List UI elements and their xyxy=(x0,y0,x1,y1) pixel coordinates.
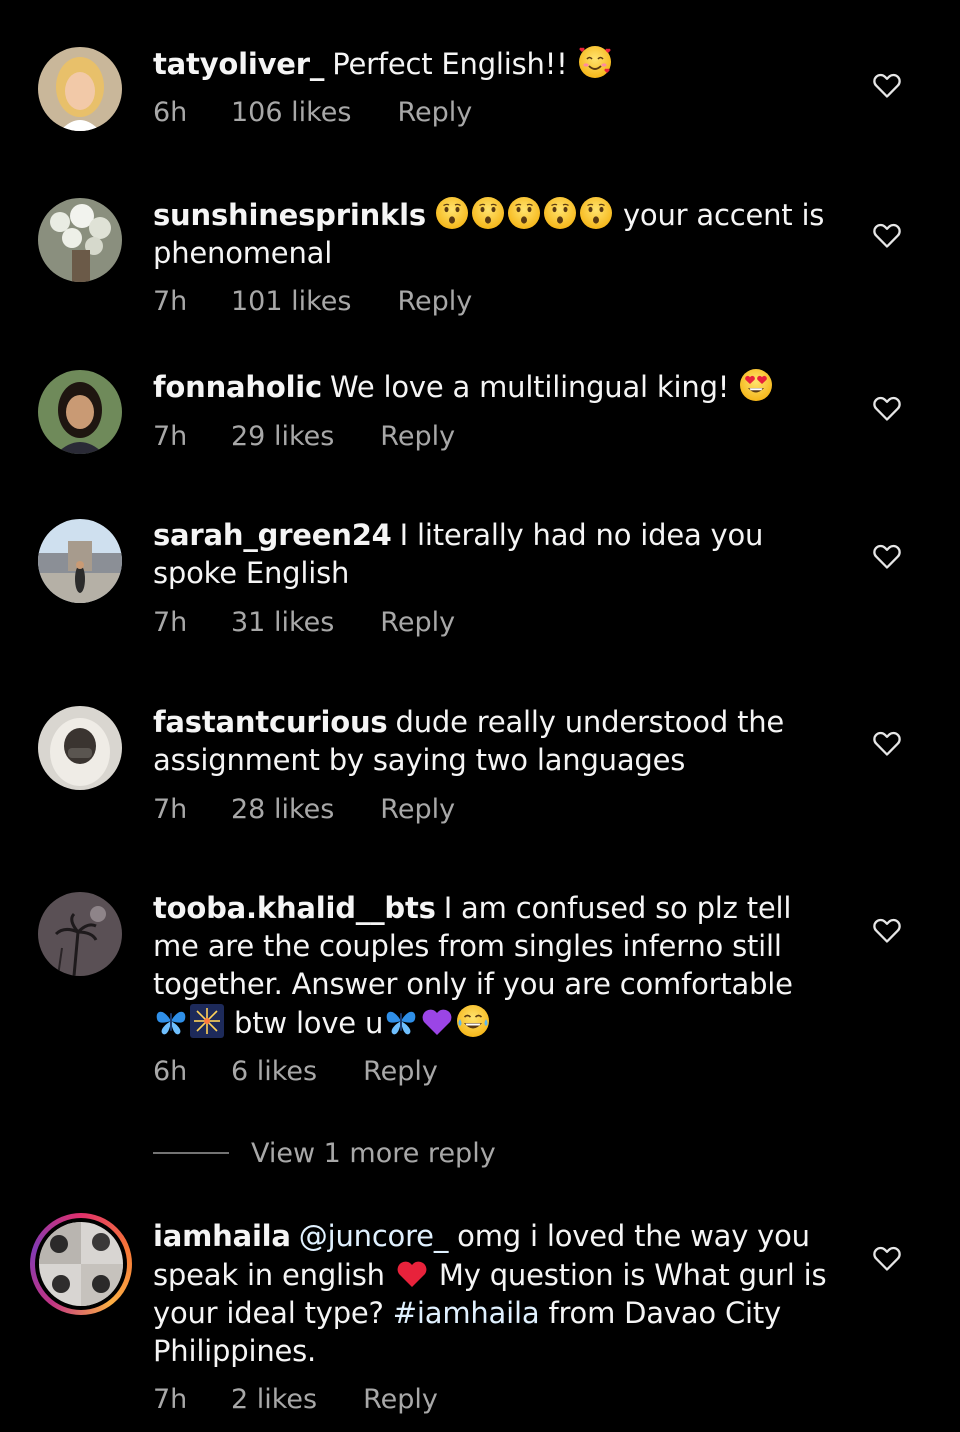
comment-likes[interactable]: 101 likes xyxy=(231,286,351,317)
comment-likes[interactable]: 28 likes xyxy=(231,794,334,825)
heart-outline-icon[interactable] xyxy=(872,916,902,944)
reply-button[interactable]: Reply xyxy=(380,794,455,825)
view-more-replies-button[interactable]: View 1 more reply xyxy=(153,1136,496,1170)
purple-heart-icon xyxy=(419,1003,455,1039)
heart-outline-icon[interactable] xyxy=(872,221,902,249)
fireworks-icon xyxy=(189,1003,225,1039)
heart-eyes-icon xyxy=(738,367,774,403)
heart-outline-icon[interactable] xyxy=(872,729,902,757)
comment-likes[interactable]: 31 likes xyxy=(231,607,334,638)
comment-username[interactable]: iamhaila xyxy=(153,1219,291,1253)
comment-time: 7h xyxy=(153,286,188,317)
comment-username[interactable]: fonnaholic xyxy=(153,370,322,404)
comment-likes[interactable]: 106 likes xyxy=(231,97,351,128)
comment-username[interactable]: fastantcurious xyxy=(153,705,388,739)
comment-time: 7h xyxy=(153,794,188,825)
heart-outline-icon[interactable] xyxy=(872,394,902,422)
avatar[interactable] xyxy=(38,519,122,603)
comment-username[interactable]: sarah_green24 xyxy=(153,518,392,552)
tears-of-joy-icon xyxy=(455,1003,491,1039)
comment-likes[interactable]: 6 likes xyxy=(231,1056,317,1087)
divider-line xyxy=(153,1152,229,1154)
butterfly-icon xyxy=(153,1003,189,1039)
view-more-replies-label[interactable]: View 1 more reply xyxy=(251,1138,496,1169)
reply-button[interactable]: Reply xyxy=(380,421,455,452)
hushed-face-icon xyxy=(578,195,614,231)
comment-text: We love a multilingual king! xyxy=(330,370,730,404)
avatar[interactable] xyxy=(38,198,122,282)
comment-username[interactable]: tooba.khalid__bts xyxy=(153,891,436,925)
comment-username[interactable]: sunshinesprinkls xyxy=(153,198,426,232)
avatar-story-ring[interactable] xyxy=(30,1213,132,1315)
reply-button[interactable]: Reply xyxy=(397,97,472,128)
comment-time: 7h xyxy=(153,1384,188,1415)
heart-outline-icon[interactable] xyxy=(872,542,902,570)
reply-button[interactable]: Reply xyxy=(363,1384,438,1415)
comment-time: 7h xyxy=(153,607,188,638)
red-heart-icon xyxy=(394,1255,430,1291)
reply-button[interactable]: Reply xyxy=(363,1056,438,1087)
heart-outline-icon[interactable] xyxy=(872,71,902,99)
reply-button[interactable]: Reply xyxy=(380,607,455,638)
reply-button[interactable]: Reply xyxy=(397,286,472,317)
smiling-face-with-hearts-icon xyxy=(577,44,613,80)
avatar[interactable] xyxy=(38,892,122,976)
comment-likes[interactable]: 29 likes xyxy=(231,421,334,452)
avatar[interactable] xyxy=(38,370,122,454)
hushed-face-icon xyxy=(470,195,506,231)
avatar[interactable] xyxy=(38,47,122,131)
hushed-face-icon xyxy=(434,195,470,231)
heart-outline-icon[interactable] xyxy=(872,1244,902,1272)
avatar[interactable] xyxy=(38,706,122,790)
comment-text-tail: btw love u xyxy=(234,1006,384,1040)
butterfly-icon xyxy=(383,1003,419,1039)
comment-text: Perfect English!! xyxy=(332,47,568,81)
hashtag-link[interactable]: #iamhaila xyxy=(393,1296,540,1330)
comment-time: 6h xyxy=(153,97,188,128)
hushed-face-icon xyxy=(542,195,578,231)
comment-username[interactable]: tatyoliver_ xyxy=(153,47,324,81)
comment-likes[interactable]: 2 likes xyxy=(231,1384,317,1415)
comment-time: 6h xyxy=(153,1056,188,1087)
comment-time: 7h xyxy=(153,421,188,452)
mention-link[interactable]: @juncore_ xyxy=(299,1219,449,1253)
hushed-face-icon xyxy=(506,195,542,231)
avatar xyxy=(39,1222,123,1306)
